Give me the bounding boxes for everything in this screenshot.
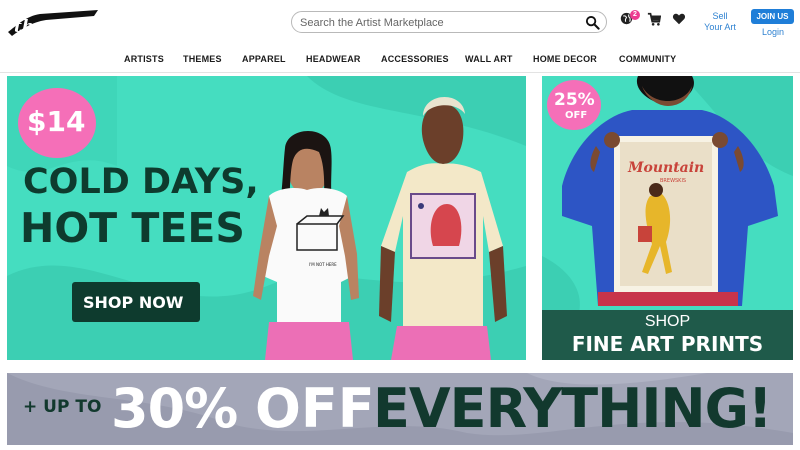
banner-amount: 30% [111, 377, 238, 440]
nav-apparel[interactable]: APPAREL [242, 54, 286, 64]
nav-accessories[interactable]: ACCESSORIES [381, 54, 449, 64]
sell-line-1: Sell [712, 11, 728, 21]
nav-wall-art[interactable]: WALL ART [465, 54, 513, 64]
man-model [379, 96, 507, 360]
fine-art-prints-label: FINE ART PRINTS [571, 332, 764, 356]
search-icon[interactable] [585, 15, 600, 30]
nav-home-decor[interactable]: HOME DECOR [533, 54, 597, 64]
cart-icon[interactable] [647, 12, 661, 26]
shirt-caption: I'M NOT HERE [309, 262, 337, 267]
heart-icon[interactable] [672, 12, 686, 26]
nav-community[interactable]: COMMUNITY [619, 54, 676, 64]
logo-text: threadless [14, 17, 98, 37]
discount-label: OFF [565, 110, 588, 121]
poster-title: Mountain [627, 160, 704, 176]
sell-line-2: Your Art [704, 22, 736, 32]
banner-off: OFF [255, 377, 375, 440]
sell-your-art-link[interactable]: Sell Your Art [700, 11, 740, 33]
threadless-logo[interactable]: threadless [6, 6, 98, 40]
discount-badge: 25% OFF [547, 80, 601, 130]
shop-label: SHOP [644, 313, 691, 330]
notification-badge: 2 [630, 10, 640, 20]
search-bar[interactable] [291, 11, 607, 33]
models-photo: I'M NOT HERE [253, 96, 507, 360]
fine-art-caption: SHOP FINE ART PRINTS [542, 310, 793, 360]
nav-artists[interactable]: ARTISTS [124, 54, 164, 64]
nav-headwear[interactable]: HEADWEAR [306, 54, 361, 64]
main-nav: ARTISTS THEMES APPAREL HEADWEAR ACCESSOR… [0, 47, 800, 73]
top-header: threadless 2 Sell Your Art JOIN US Login [0, 0, 800, 45]
search-input[interactable] [300, 14, 580, 31]
hero-banner[interactable]: $14 COLD DAYS, HOT TEES SHOP NOW I'M NOT… [7, 76, 526, 360]
login-link[interactable]: Login [752, 27, 794, 37]
fine-art-promo[interactable]: Mountain BREWSKIS 25% OFF SHOP FINE ART … [542, 76, 793, 360]
banner-everything: EVERYTHING! [373, 377, 773, 440]
sale-banner[interactable]: + UP TO 30% OFF EVERYTHING! [7, 373, 793, 445]
woman-model: I'M NOT HERE [253, 131, 359, 360]
join-us-button[interactable]: JOIN US [751, 9, 794, 24]
discount-value: 25% [554, 90, 595, 110]
banner-prefix: + UP TO [23, 397, 102, 417]
nav-themes[interactable]: THEMES [183, 54, 222, 64]
poster-subtitle: BREWSKIS [660, 178, 686, 184]
